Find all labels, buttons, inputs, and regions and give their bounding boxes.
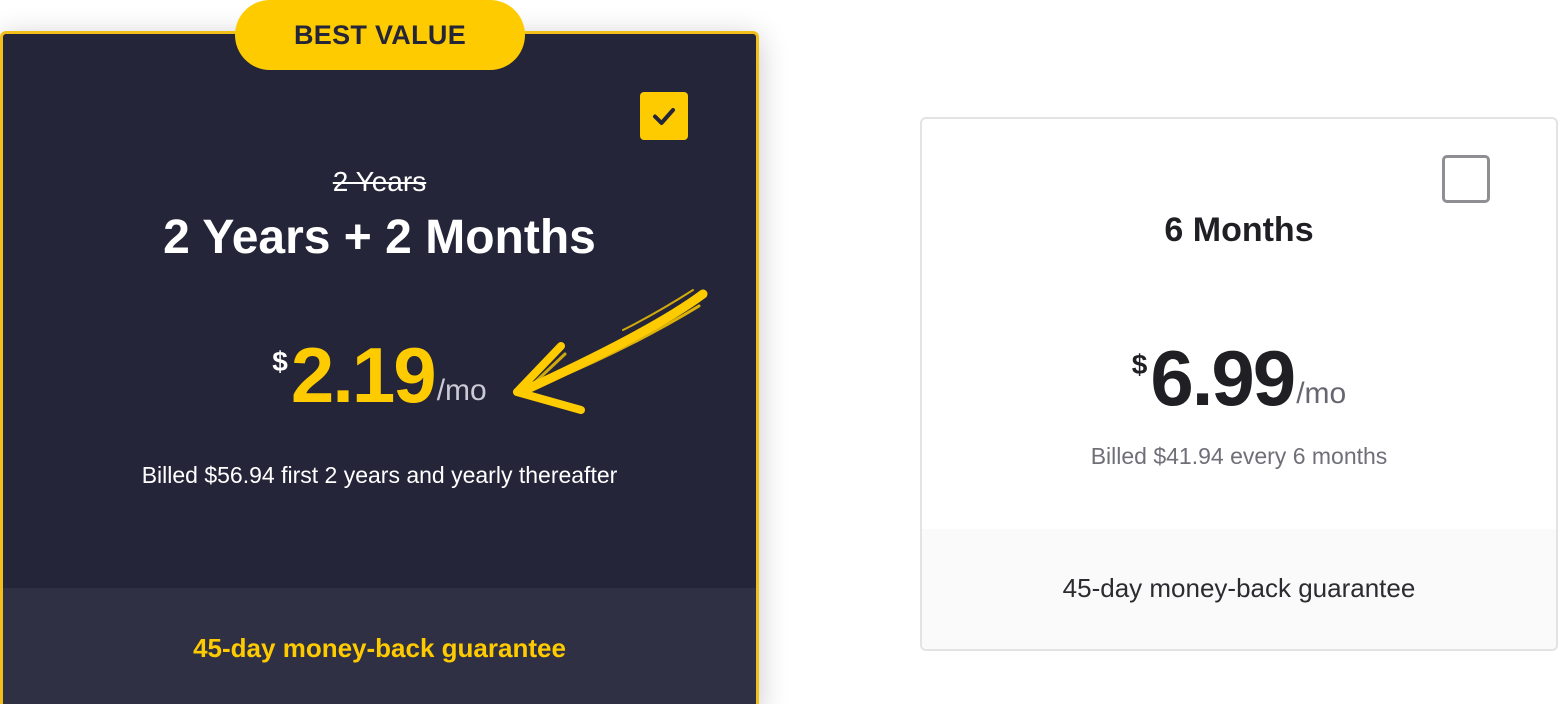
price-currency: $ — [272, 346, 288, 377]
plan-term: 6 Months — [1164, 211, 1314, 249]
money-back-guarantee: 45-day money-back guarantee — [922, 529, 1556, 649]
brush-arrow-icon — [513, 289, 708, 414]
plan-checkbox-unselected[interactable] — [1442, 155, 1490, 203]
plan-checkbox-selected[interactable] — [640, 92, 688, 140]
billing-note: Billed $56.94 first 2 years and yearly t… — [141, 462, 618, 488]
price-currency: $ — [1131, 349, 1148, 380]
price-period: /mo — [436, 374, 487, 407]
price-amount: 2.19 — [290, 331, 437, 419]
plan-card-2-years[interactable]: 2 Years 2 Years + 2 Months $ 2.19 /mo Bi… — [0, 31, 759, 704]
plan-price: $ 6.99 /mo — [922, 339, 1556, 417]
original-term: 2 Years — [332, 166, 427, 197]
price-amount: 6.99 — [1150, 334, 1296, 422]
plan-term: 2 Years + 2 Months — [163, 211, 596, 264]
check-icon — [653, 108, 675, 125]
billing-note: Billed $41.94 every 6 months — [1090, 443, 1388, 469]
best-value-badge: BEST VALUE — [235, 0, 525, 70]
price-period: /mo — [1296, 377, 1347, 410]
plan-card-6-months[interactable]: 6 Months $ 6.99 /mo Billed $41.94 every … — [920, 117, 1558, 651]
money-back-guarantee: 45-day money-back guarantee — [3, 588, 756, 704]
pricing-section: 2 Years 2 Years + 2 Months $ 2.19 /mo Bi… — [0, 0, 1562, 704]
